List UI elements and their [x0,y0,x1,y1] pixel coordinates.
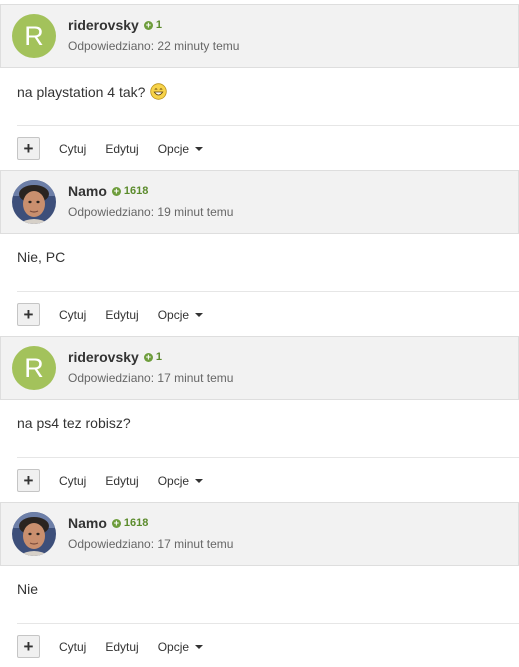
author-name[interactable]: Namo [68,515,107,531]
plus-circle-icon: + [111,517,121,528]
edit-button[interactable]: Edytuj [105,474,138,488]
options-dropdown[interactable]: Opcje [157,473,204,488]
post-text: na ps4 tez robisz? [17,415,131,431]
options-dropdown[interactable]: Opcje [157,639,204,654]
options-dropdown[interactable]: Opcje [157,141,204,156]
post-actions: + Cytuj Edytuj Opcje [17,303,204,326]
post-text: Nie, PC [17,249,66,265]
post-header: Namo + 1618 Odpowiedziano: 17 minut temu [0,502,519,566]
post-actions: + Cytuj Edytuj Opcje [17,469,204,492]
user-photo-icon [12,512,56,556]
reputation-count: 1618 [123,185,149,197]
avatar-letter: R [24,21,44,51]
author-line: riderovsky + 1 [68,348,162,366]
edit-button[interactable]: Edytuj [105,640,138,654]
author-line: Namo + 1618 [68,182,148,200]
divider [17,623,519,624]
caret-down-icon [195,312,204,317]
plus-one-button[interactable]: + [17,303,40,326]
caret-down-icon [195,478,204,483]
options-dropdown[interactable]: Opcje [157,307,204,322]
author-line: Namo + 1618 [68,514,148,532]
author-line: riderovsky + 1 [68,16,162,34]
options-label: Opcje [157,307,190,322]
post-actions: + Cytuj Edytuj Opcje [17,137,204,160]
grin-emoji-icon [145,83,168,100]
post-header: Namo + 1618 Odpowiedziano: 19 minut temu [0,170,519,234]
post-header: R riderovsky + 1 Odpowiedziano: 17 minut… [0,336,519,400]
post-date: Odpowiedziano: 19 minut temu [68,205,234,219]
author-name[interactable]: riderovsky [68,17,139,33]
options-label: Opcje [157,141,190,156]
user-photo-icon [12,180,56,224]
reputation-count: 1 [155,19,162,31]
post-date: Odpowiedziano: 17 minut temu [68,371,234,385]
post: R riderovsky + 1 Odpowiedziano: 17 minut… [0,332,519,498]
reputation-badge[interactable]: + 1 [143,19,162,31]
post-text: Nie [17,581,39,597]
quote-button[interactable]: Cytuj [59,474,86,488]
avatar[interactable] [12,512,56,556]
divider [17,291,519,292]
post-header: R riderovsky + 1 Odpowiedziano: 22 minut… [0,4,519,68]
divider [17,457,519,458]
plus-circle-icon: + [143,351,153,362]
post-body: na playstation 4 tak? [17,83,168,100]
edit-button[interactable]: Edytuj [105,308,138,322]
post-body: Nie [17,581,38,597]
author-name[interactable]: riderovsky [68,349,139,365]
quote-button[interactable]: Cytuj [59,142,86,156]
plus-one-button[interactable]: + [17,635,40,658]
plus-one-button[interactable]: + [17,469,40,492]
post-list: R riderovsky + 1 Odpowiedziano: 22 minut… [0,0,519,664]
post: R riderovsky + 1 Odpowiedziano: 22 minut… [0,0,519,166]
post-body: na ps4 tez robisz? [17,415,131,431]
plus-one-button[interactable]: + [17,137,40,160]
reputation-badge[interactable]: + 1 [143,351,162,363]
avatar-letter: R [24,353,44,383]
post-actions: + Cytuj Edytuj Opcje [17,635,204,658]
post-date: Odpowiedziano: 17 minut temu [68,537,234,551]
quote-button[interactable]: Cytuj [59,640,86,654]
post-body: Nie, PC [17,249,65,265]
avatar[interactable]: R [12,346,56,390]
reputation-count: 1618 [123,517,149,529]
caret-down-icon [195,644,204,649]
reputation-badge[interactable]: + 1618 [111,185,149,197]
post: Namo + 1618 Odpowiedziano: 19 minut temu… [0,166,519,332]
post: Namo + 1618 Odpowiedziano: 17 minut temu… [0,498,519,664]
caret-down-icon [195,146,204,151]
post-text: na playstation 4 tak? [17,83,146,100]
quote-button[interactable]: Cytuj [59,308,86,322]
options-label: Opcje [157,473,190,488]
edit-button[interactable]: Edytuj [105,142,138,156]
reputation-count: 1 [155,351,162,363]
reputation-badge[interactable]: + 1618 [111,517,149,529]
plus-circle-icon: + [143,19,153,30]
options-label: Opcje [157,639,190,654]
author-name[interactable]: Namo [68,183,107,199]
avatar[interactable]: R [12,14,56,58]
post-date: Odpowiedziano: 22 minuty temu [68,39,240,53]
plus-circle-icon: + [111,185,121,196]
divider [17,125,519,126]
avatar[interactable] [12,180,56,224]
